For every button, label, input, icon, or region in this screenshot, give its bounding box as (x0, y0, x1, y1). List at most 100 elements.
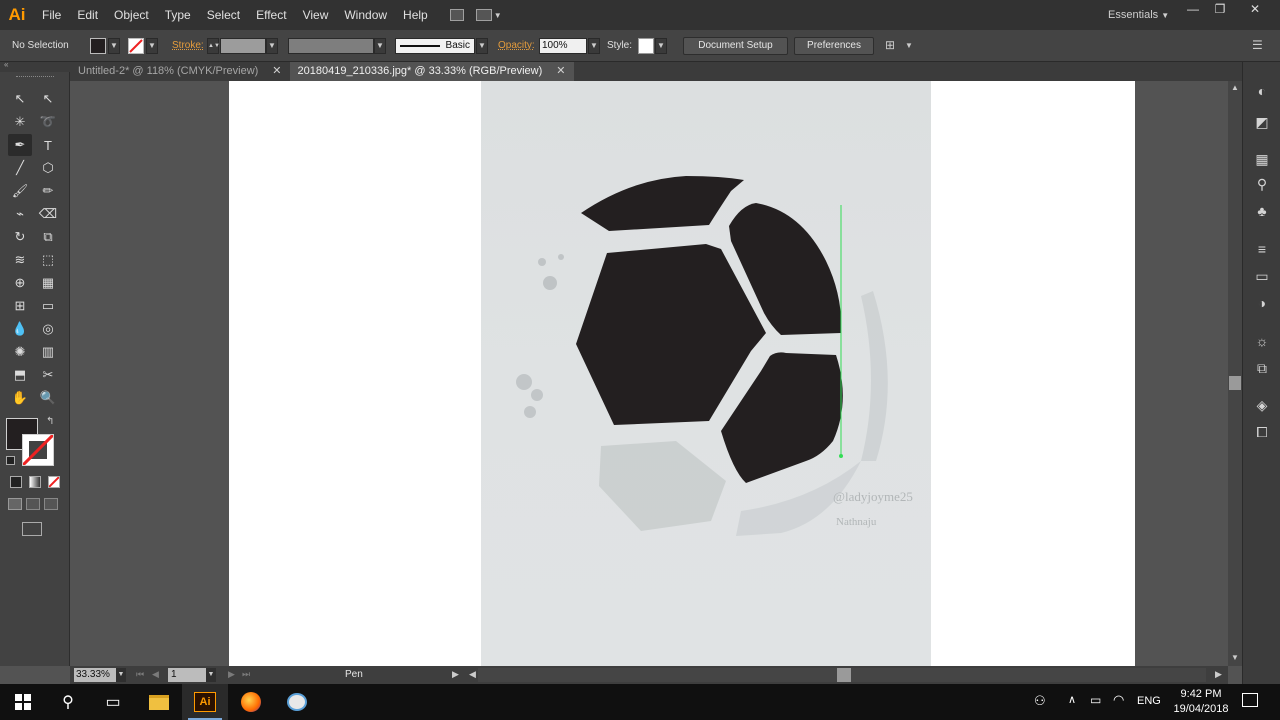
stroke-weight-stepper[interactable]: ▲▼ (207, 38, 220, 54)
scroll-down-icon[interactable]: ▼ (1231, 653, 1239, 662)
stroke-panel-icon[interactable]: ≡ (1253, 240, 1271, 258)
artboard-number-field[interactable]: 1 (168, 668, 206, 682)
align-icon[interactable]: ⊞ (885, 38, 895, 52)
brush-dropdown[interactable]: ▼ (476, 38, 488, 54)
restore-button[interactable]: ❐ (1203, 0, 1237, 18)
direct-selection-tool-icon[interactable]: ↖ (36, 88, 60, 110)
selection-tool-icon[interactable]: ↖ (8, 88, 32, 110)
opacity-label[interactable]: Opacity: (498, 40, 535, 51)
line-segment-tool-icon[interactable]: ╱ (8, 157, 32, 179)
menu-file[interactable]: File (34, 0, 69, 30)
windows-start-icon[interactable] (0, 684, 46, 720)
zoom-tool-icon[interactable]: 🔍 (36, 387, 60, 409)
opacity-dropdown[interactable]: ▼ (588, 38, 600, 54)
bridge-icon[interactable] (449, 9, 464, 21)
none-mode-icon[interactable] (48, 476, 60, 488)
fill-swatch[interactable] (90, 38, 106, 54)
arrange-documents-button[interactable]: ▼ (475, 9, 502, 21)
next-artboard-icon[interactable]: ▶ (228, 669, 235, 680)
brushes-icon[interactable]: ⚲ (1253, 175, 1271, 193)
stroke-swatch[interactable] (128, 38, 144, 54)
variable-width-dropdown[interactable]: ▼ (374, 38, 386, 54)
canvas-area[interactable]: @ladyjoyme25 Nathnaju (70, 81, 1228, 666)
hand-tool-icon[interactable]: ✋ (8, 387, 32, 409)
menu-view[interactable]: View (295, 0, 337, 30)
column-graph-tool-icon[interactable]: ▥ (36, 341, 60, 363)
color-guide-icon[interactable]: ◩ (1253, 113, 1271, 131)
zoom-dropdown[interactable]: ▼ (116, 668, 126, 682)
warp-tool-icon[interactable]: ≋ (8, 249, 32, 271)
paintbrush-tool-icon[interactable]: 🖌 (8, 180, 32, 202)
task-view-icon[interactable]: ▭ (90, 684, 136, 720)
collapse-toolbar-icon[interactable]: « (4, 60, 8, 69)
menu-edit[interactable]: Edit (69, 0, 106, 30)
gradient-panel-icon[interactable]: ▭ (1253, 267, 1271, 285)
symbols-icon[interactable]: ♣ (1253, 202, 1271, 220)
artboard[interactable]: @ladyjoyme25 Nathnaju (229, 81, 1135, 666)
menu-object[interactable]: Object (106, 0, 157, 30)
close-icon[interactable]: ✕ (556, 62, 565, 81)
people-icon[interactable]: ⚇ (1034, 693, 1046, 709)
mesh-tool-icon[interactable]: ⊞ (8, 295, 32, 317)
paint-app-icon[interactable] (274, 684, 320, 720)
scale-tool-icon[interactable]: ⧉ (36, 226, 60, 248)
pen-tool-icon[interactable]: ✒ (8, 134, 32, 156)
artboard-dropdown[interactable]: ▼ (206, 668, 216, 682)
graphic-styles-icon[interactable]: ⧉ (1253, 359, 1271, 377)
wifi-icon[interactable]: ◠ (1113, 692, 1124, 708)
variable-width-profile[interactable] (288, 38, 374, 54)
shaper-tool-icon[interactable]: ⌁ (8, 203, 32, 225)
placed-photo[interactable]: @ladyjoyme25 Nathnaju (481, 81, 931, 666)
vertical-scroll-thumb[interactable] (1229, 376, 1241, 390)
draw-behind-icon[interactable] (26, 498, 40, 510)
stroke-weight-dropdown[interactable]: ▼ (266, 38, 278, 54)
screen-mode-icon[interactable] (22, 522, 42, 536)
zoom-field[interactable]: 33.33% (74, 668, 116, 682)
swap-fill-stroke-icon[interactable]: ↰ (46, 416, 54, 427)
last-artboard-icon[interactable]: ⏭ (242, 669, 250, 680)
transparency-icon[interactable]: ◑ (1253, 294, 1271, 312)
first-artboard-icon[interactable]: ⏮ (136, 669, 144, 680)
shape-builder-tool-icon[interactable]: ⊕ (8, 272, 32, 294)
graphic-style-swatch[interactable] (638, 38, 654, 54)
perspective-grid-tool-icon[interactable]: ▦ (36, 272, 60, 294)
layers-icon[interactable]: ◈ (1253, 396, 1271, 414)
battery-icon[interactable]: ▭ (1090, 693, 1101, 707)
scroll-left-icon[interactable]: ◀ (469, 669, 476, 680)
draw-inside-icon[interactable] (44, 498, 58, 510)
vertical-scrollbar[interactable]: ▲ ▼ (1228, 81, 1242, 666)
eraser-tool-icon[interactable]: ⌫ (36, 203, 60, 225)
menu-select[interactable]: Select (199, 0, 248, 30)
color-panel-icon[interactable]: ◐ (1253, 82, 1271, 100)
preferences-button[interactable]: Preferences (794, 37, 874, 55)
previous-artboard-icon[interactable]: ◀ (152, 669, 159, 680)
menu-effect[interactable]: Effect (248, 0, 294, 30)
toolbar-grip[interactable] (16, 76, 54, 79)
opacity-field[interactable]: 100% (539, 38, 587, 54)
eyedropper-tool-icon[interactable]: 💧 (8, 318, 32, 340)
menu-window[interactable]: Window (336, 0, 395, 30)
draw-normal-icon[interactable] (8, 498, 22, 510)
rotate-tool-icon[interactable]: ↻ (8, 226, 32, 248)
tab-photo-document[interactable]: 20180419_210336.jpg* @ 33.33% (RGB/Previ… (289, 62, 574, 81)
fill-dropdown[interactable]: ▼ (108, 38, 120, 54)
firefox-icon[interactable] (228, 684, 274, 720)
stroke-weight-field[interactable] (220, 38, 266, 54)
menu-help[interactable]: Help (395, 0, 436, 30)
artboards-icon[interactable]: ⧠ (1253, 423, 1271, 441)
gradient-mode-icon[interactable] (29, 476, 41, 488)
type-tool-icon[interactable]: T (36, 134, 60, 156)
notifications-icon[interactable] (1242, 693, 1258, 707)
stroke-label[interactable]: Stroke: (172, 40, 204, 51)
color-mode-icon[interactable] (10, 476, 22, 488)
horizontal-scroll-thumb[interactable] (837, 668, 851, 682)
chevron-up-icon[interactable]: ∧ (1068, 693, 1076, 706)
stroke-dropdown[interactable]: ▼ (146, 38, 158, 54)
horizontal-scrollbar[interactable] (478, 668, 1206, 682)
workspace-switcher[interactable]: Essentials ▼ (1108, 0, 1169, 31)
system-clock[interactable]: 9:42 PM 19/04/2018 (1168, 687, 1234, 717)
gradient-tool-icon[interactable]: ▭ (36, 295, 60, 317)
graphic-style-dropdown[interactable]: ▼ (655, 38, 667, 54)
panel-menu-icon[interactable]: ☰ (1252, 38, 1263, 52)
tab-untitled-2[interactable]: Untitled-2* @ 118% (CMYK/Preview) ✕ (70, 62, 290, 81)
